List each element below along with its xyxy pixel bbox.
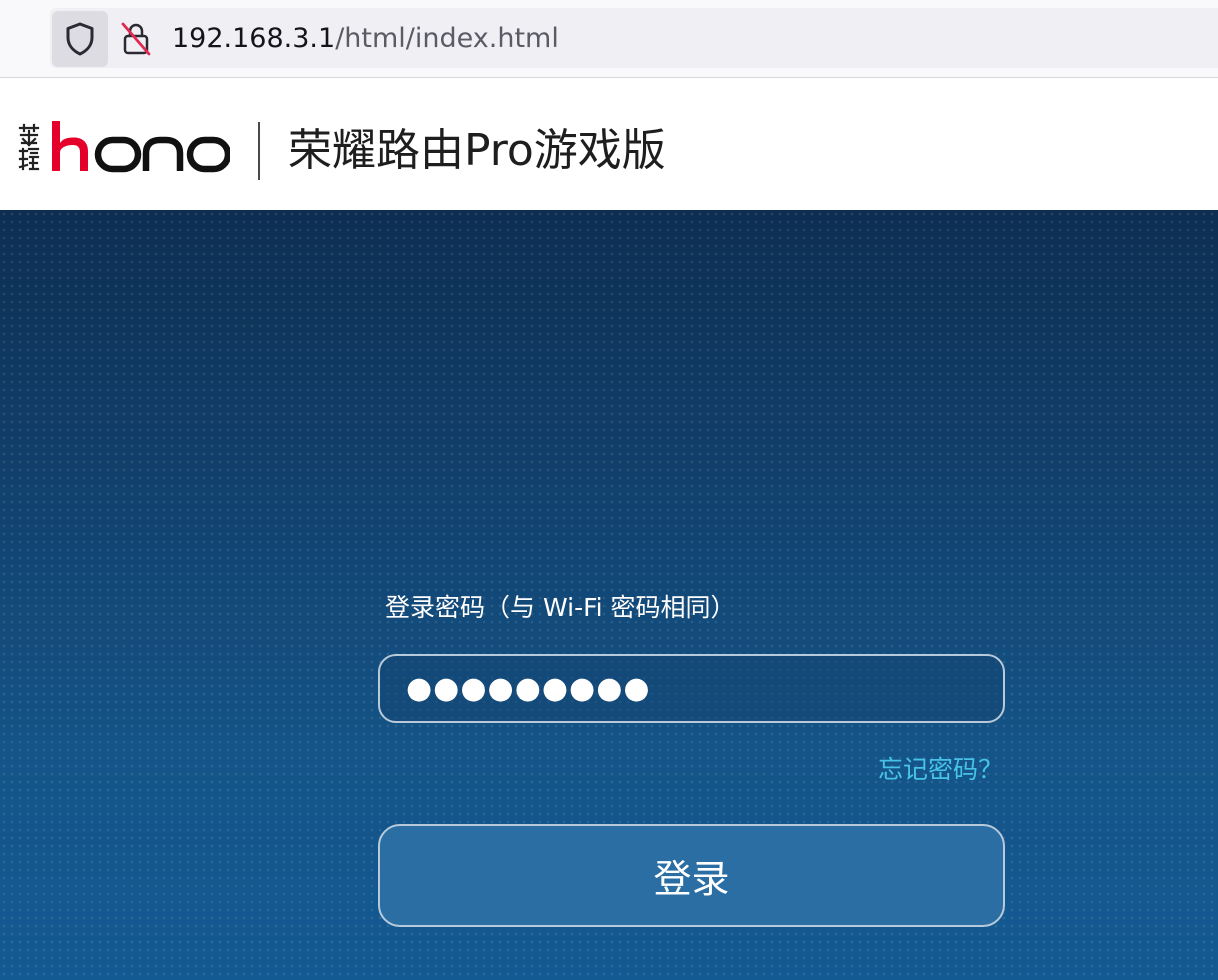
forgot-password-link[interactable]: 忘记密码？: [878, 752, 1003, 788]
honor-logo: [18, 121, 230, 173]
url-host: 192.168.3.1: [172, 23, 336, 54]
password-label: 登录密码（与 Wi-Fi 密码相同）: [385, 593, 736, 622]
header-divider: [258, 122, 260, 180]
tracking-protection-shield-icon[interactable]: [52, 11, 108, 67]
browser-address-bar: 192.168.3.1/html/index.html: [0, 0, 1218, 78]
url-path: /html/index.html: [335, 23, 559, 54]
product-title: 荣耀路由Pro游戏版: [288, 125, 666, 176]
password-input[interactable]: ●●●●●●●●●: [378, 654, 1005, 723]
url-text[interactable]: 192.168.3.1/html/index.html: [172, 20, 559, 58]
router-login-page: 192.168.3.1/html/index.html 荣耀路由Pro游戏版 登…: [0, 0, 1218, 980]
insecure-lock-icon[interactable]: [114, 14, 158, 64]
login-button[interactable]: 登录: [378, 824, 1005, 927]
router-header: 荣耀路由Pro游戏版: [0, 79, 1218, 210]
